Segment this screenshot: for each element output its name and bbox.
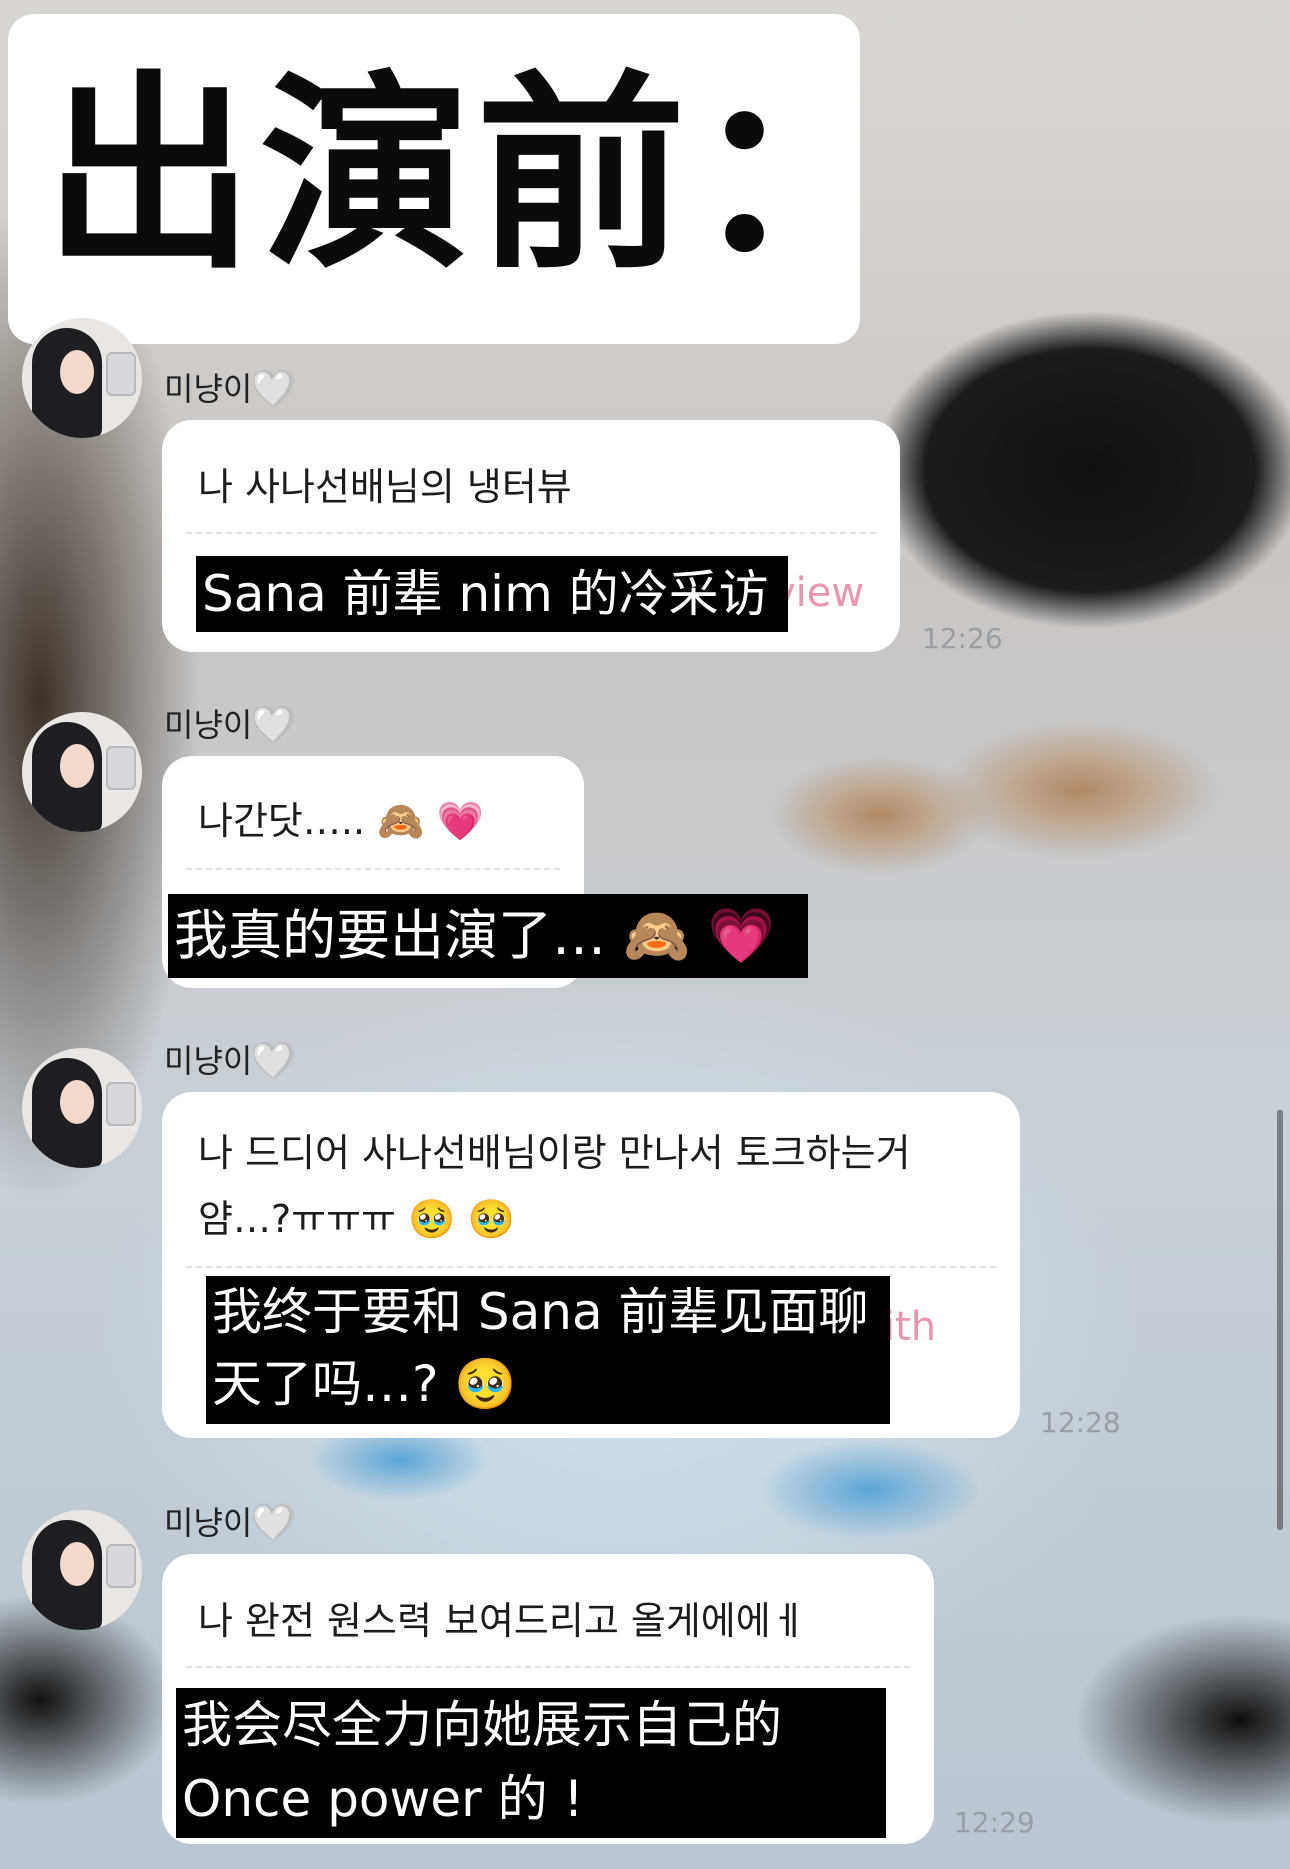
message-text-line2: 얌…?ㅠㅠㅠ 🥹 🥹 [198,1197,515,1241]
subtitle-caption: 我会尽全力向她展示自己的 Once power 的 ! [176,1688,886,1838]
message-time: 12:28 [1040,1406,1121,1439]
divider [186,1666,910,1668]
subtitle-caption: 我终于要和 Sana 前辈见面聊 天了吗…? 🥹 [206,1276,890,1424]
message-text-line1: 나 드디어 사나선배님이랑 만나서 토크하는거 [198,1131,911,1175]
subtitle-caption: Sana 前辈 nim 的冷采访 [196,556,788,632]
avatar[interactable] [22,712,142,832]
subtitle-line1: 我会尽全力向她展示自己的 [182,1696,782,1754]
avatar[interactable] [22,318,142,438]
sender-name: 미냥이🤍 [164,1041,295,1081]
sender-name: 미냥이🤍 [164,1503,295,1543]
divider [186,868,560,870]
subtitle-line2: 天了吗…? 🥹 [212,1355,517,1413]
scrollbar[interactable] [1277,1110,1283,1530]
subtitle-line1: 我终于要和 Sana 前辈见面聊 [212,1283,869,1341]
message-text: 나 완전 원스력 보여드리고 올게에에ㅔ [198,1599,806,1643]
divider [186,1266,996,1268]
sender-name: 미냥이🤍 [164,369,295,409]
message-time: 12:29 [954,1806,1035,1839]
avatar[interactable] [22,1510,142,1630]
sender-name: 미냥이🤍 [164,705,295,745]
message-time: 12:26 [922,622,1003,655]
message-text: 나간닷….. 🙈 💗 [198,799,484,843]
subtitle-line2: Once power 的 ! [182,1770,584,1828]
avatar[interactable] [22,1048,142,1168]
translation-tail-text: ith [884,1304,937,1350]
white-heart-icon: 🤍 [252,369,295,409]
message-text: 나 사나선배님의 냉터뷰 [198,465,572,509]
white-heart-icon: 🤍 [252,1503,295,1543]
subtitle-caption: 我真的要出演了… 🙈 💗 [168,894,808,978]
divider [186,532,876,534]
white-heart-icon: 🤍 [252,705,295,745]
title-text: 出演前： [44,53,909,298]
title-card: 出演前： [8,14,902,344]
white-heart-icon: 🤍 [252,1041,295,1081]
